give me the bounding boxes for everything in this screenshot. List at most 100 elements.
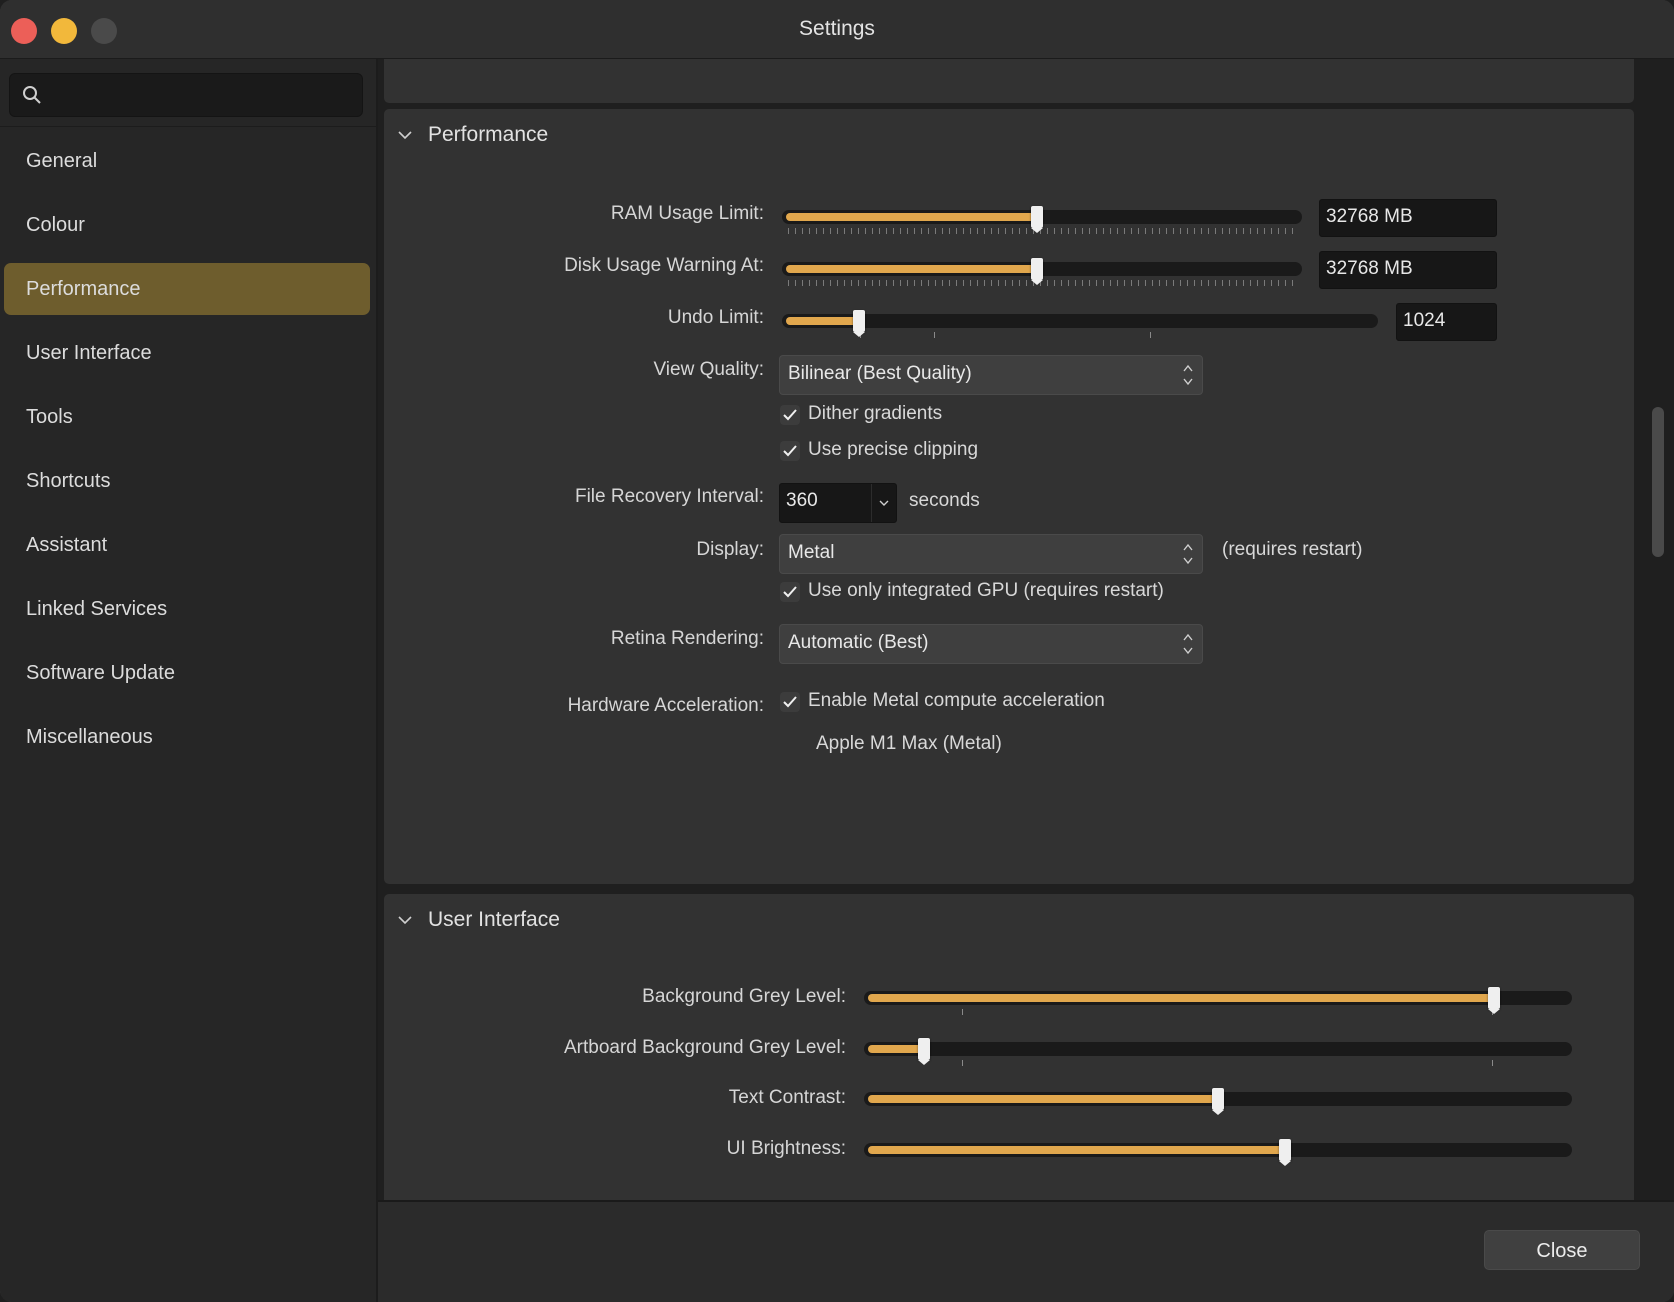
ram-value-field[interactable]: 32768 MB: [1319, 199, 1497, 237]
recovery-interval-combo[interactable]: 360: [779, 483, 897, 523]
artboard-grey-label: Artboard Background Grey Level:: [564, 1037, 846, 1058]
section-title: User Interface: [428, 908, 560, 931]
artboard-grey-slider[interactable]: [864, 1036, 1572, 1066]
slider-tick: [1150, 332, 1151, 338]
updown-arrows-icon: [1183, 543, 1193, 565]
slider-thumb[interactable]: [853, 310, 865, 337]
slider-track: [782, 314, 1378, 328]
search-box[interactable]: [9, 73, 363, 117]
chevron-down-icon: [879, 500, 889, 506]
user-interface-header[interactable]: User Interface: [396, 908, 560, 932]
metal-compute-label: Enable Metal compute acceleration: [808, 690, 1105, 711]
footer-bar: Close: [378, 1200, 1674, 1302]
slider-thumb[interactable]: [1279, 1139, 1291, 1166]
view-quality-label: View Quality:: [653, 359, 764, 380]
sidebar: General Colour Performance User Interfac…: [0, 59, 378, 1302]
sidebar-item-performance[interactable]: Performance: [0, 257, 376, 321]
combo-dropdown-button[interactable]: [871, 484, 896, 522]
select-value: Metal: [788, 542, 835, 563]
sidebar-item-label: Colour: [26, 214, 85, 236]
close-button[interactable]: Close: [1484, 1230, 1640, 1270]
chevron-down-icon: [398, 131, 412, 140]
sidebar-item-label: Software Update: [26, 662, 175, 684]
chevron-down-icon: [398, 916, 412, 925]
display-select[interactable]: Metal: [779, 534, 1203, 574]
metal-compute-checkbox[interactable]: [780, 692, 800, 712]
slider-track: [864, 1042, 1572, 1056]
undo-value-field[interactable]: 1024: [1396, 303, 1497, 341]
slider-fill: [868, 1146, 1285, 1154]
slider-thumb[interactable]: [1488, 987, 1500, 1014]
performance-section: Performance RAM Usage Limit: 32768 MB Di…: [384, 109, 1634, 884]
slider-thumb[interactable]: [918, 1038, 930, 1065]
section-title: Performance: [428, 123, 549, 146]
integrated-gpu-checkbox[interactable]: [780, 582, 800, 602]
slider-thumb[interactable]: [1031, 258, 1043, 285]
gpu-device-name: Apple M1 Max (Metal): [816, 733, 1002, 754]
sidebar-item-linked-services[interactable]: Linked Services: [0, 577, 376, 641]
slider-thumb[interactable]: [1031, 206, 1043, 233]
checkmark-icon: [783, 409, 797, 421]
recovery-unit: seconds: [909, 490, 980, 511]
vertical-scrollbar[interactable]: [1652, 407, 1664, 557]
dither-label: Dither gradients: [808, 403, 943, 424]
disk-value-field[interactable]: 32768 MB: [1319, 251, 1497, 289]
slider-tick: [934, 332, 935, 338]
ui-brightness-label: UI Brightness:: [726, 1138, 846, 1159]
user-interface-section: User Interface Background Grey Level: Ar…: [384, 894, 1634, 1202]
sidebar-item-label: Shortcuts: [26, 470, 111, 492]
view-quality-select[interactable]: Bilinear (Best Quality): [779, 355, 1203, 395]
slider-fill: [868, 1045, 924, 1053]
sidebar-item-label: Performance: [26, 278, 141, 300]
display-note: (requires restart): [1222, 539, 1363, 560]
sidebar-item-label: Tools: [26, 406, 73, 428]
sidebar-divider: [0, 126, 376, 127]
updown-arrows-icon: [1183, 633, 1193, 655]
settings-content: Performance RAM Usage Limit: 32768 MB Di…: [378, 59, 1674, 1202]
disk-slider[interactable]: [782, 256, 1302, 286]
dither-checkbox[interactable]: [780, 405, 800, 425]
bg-grey-slider[interactable]: [864, 985, 1572, 1015]
disk-label: Disk Usage Warning At:: [564, 255, 764, 276]
checkmark-icon: [783, 586, 797, 598]
sidebar-item-label: Miscellaneous: [26, 726, 153, 748]
slider-tick: [962, 1060, 963, 1066]
sidebar-item-tools[interactable]: Tools: [0, 385, 376, 449]
sidebar-item-miscellaneous[interactable]: Miscellaneous: [0, 705, 376, 769]
precise-clipping-checkbox[interactable]: [780, 441, 800, 461]
sidebar-item-software-update[interactable]: Software Update: [0, 641, 376, 705]
sidebar-item-shortcuts[interactable]: Shortcuts: [0, 449, 376, 513]
retina-select[interactable]: Automatic (Best): [779, 624, 1203, 664]
title-bar: Settings: [0, 0, 1674, 59]
ram-label: RAM Usage Limit:: [610, 203, 764, 224]
sidebar-nav: General Colour Performance User Interfac…: [0, 129, 376, 769]
ui-brightness-slider[interactable]: [864, 1137, 1572, 1167]
sidebar-item-user-interface[interactable]: User Interface: [0, 321, 376, 385]
slider-tick: [962, 1009, 963, 1015]
slider-thumb[interactable]: [1212, 1088, 1224, 1115]
precise-clipping-label: Use precise clipping: [808, 439, 979, 460]
performance-header[interactable]: Performance: [396, 123, 548, 147]
display-label: Display:: [696, 539, 764, 560]
sidebar-item-colour[interactable]: Colour: [0, 193, 376, 257]
text-contrast-label: Text Contrast:: [728, 1087, 846, 1108]
previous-section-panel: [384, 59, 1634, 103]
sidebar-item-label: Linked Services: [26, 598, 168, 620]
sidebar-item-label: User Interface: [26, 342, 152, 364]
retina-label: Retina Rendering:: [610, 628, 764, 649]
search-input[interactable]: [54, 80, 348, 112]
settings-window: Settings General Colour Performance User…: [0, 0, 1674, 1302]
select-value: Automatic (Best): [788, 632, 929, 653]
slider-fill: [786, 317, 859, 325]
select-value: Bilinear (Best Quality): [788, 363, 972, 384]
sidebar-item-general[interactable]: General: [0, 129, 376, 193]
text-contrast-slider[interactable]: [864, 1086, 1572, 1116]
updown-arrows-icon: [1183, 364, 1193, 386]
ram-slider[interactable]: [782, 204, 1302, 234]
sidebar-item-assistant[interactable]: Assistant: [0, 513, 376, 577]
slider-fill: [786, 213, 1037, 221]
undo-label: Undo Limit:: [667, 307, 764, 328]
undo-slider[interactable]: [782, 308, 1378, 338]
recovery-label: File Recovery Interval:: [574, 486, 764, 507]
hw-accel-label: Hardware Acceleration:: [567, 695, 764, 716]
